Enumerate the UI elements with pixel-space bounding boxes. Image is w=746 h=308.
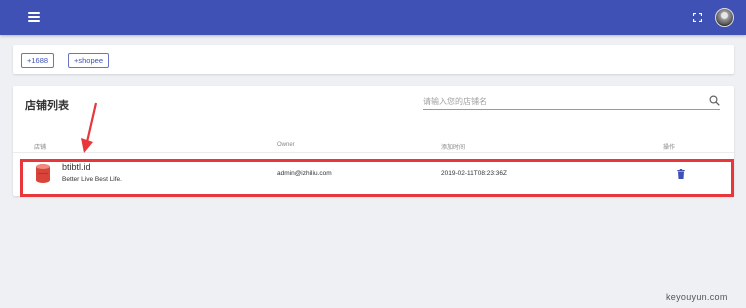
trash-icon[interactable] — [677, 169, 685, 179]
column-header-added-time: 添加时间 — [441, 145, 466, 151]
shop-description: Better Live Best Life. — [62, 176, 122, 183]
column-header-owner: Owner — [277, 142, 295, 148]
watermark-text: keyouyun.com — [666, 292, 728, 302]
table-row[interactable]: btibtl.id Better Live Best Life. admin@i… — [23, 159, 733, 195]
table-header-divider — [13, 152, 734, 153]
column-header-actions: 操作 — [663, 145, 676, 151]
added-time: 2019-02-11T08:23:36Z — [441, 170, 508, 177]
quick-add-bar: +1688 +shopee — [13, 45, 734, 74]
hamburger-menu-icon[interactable] — [28, 12, 40, 22]
owner-email: admin@izhiliu.com — [277, 170, 332, 177]
fullscreen-icon[interactable] — [693, 13, 702, 22]
page-title: 店铺列表 — [25, 100, 69, 112]
shop-list-card: 店铺列表 店铺 Owner 添加时间 操作 btibtl.id Better L… — [13, 86, 734, 196]
add-shopee-button[interactable]: +shopee — [68, 53, 109, 68]
shop-name[interactable]: btibtl.id — [62, 162, 91, 172]
top-app-bar — [0, 0, 746, 35]
shop-search-input[interactable] — [423, 94, 720, 110]
column-header-shop: 店铺 — [34, 145, 47, 151]
user-avatar[interactable] — [715, 8, 734, 27]
add-1688-button[interactable]: +1688 — [21, 53, 55, 68]
shop-logo-icon — [36, 164, 50, 183]
search-icon[interactable] — [709, 95, 720, 106]
